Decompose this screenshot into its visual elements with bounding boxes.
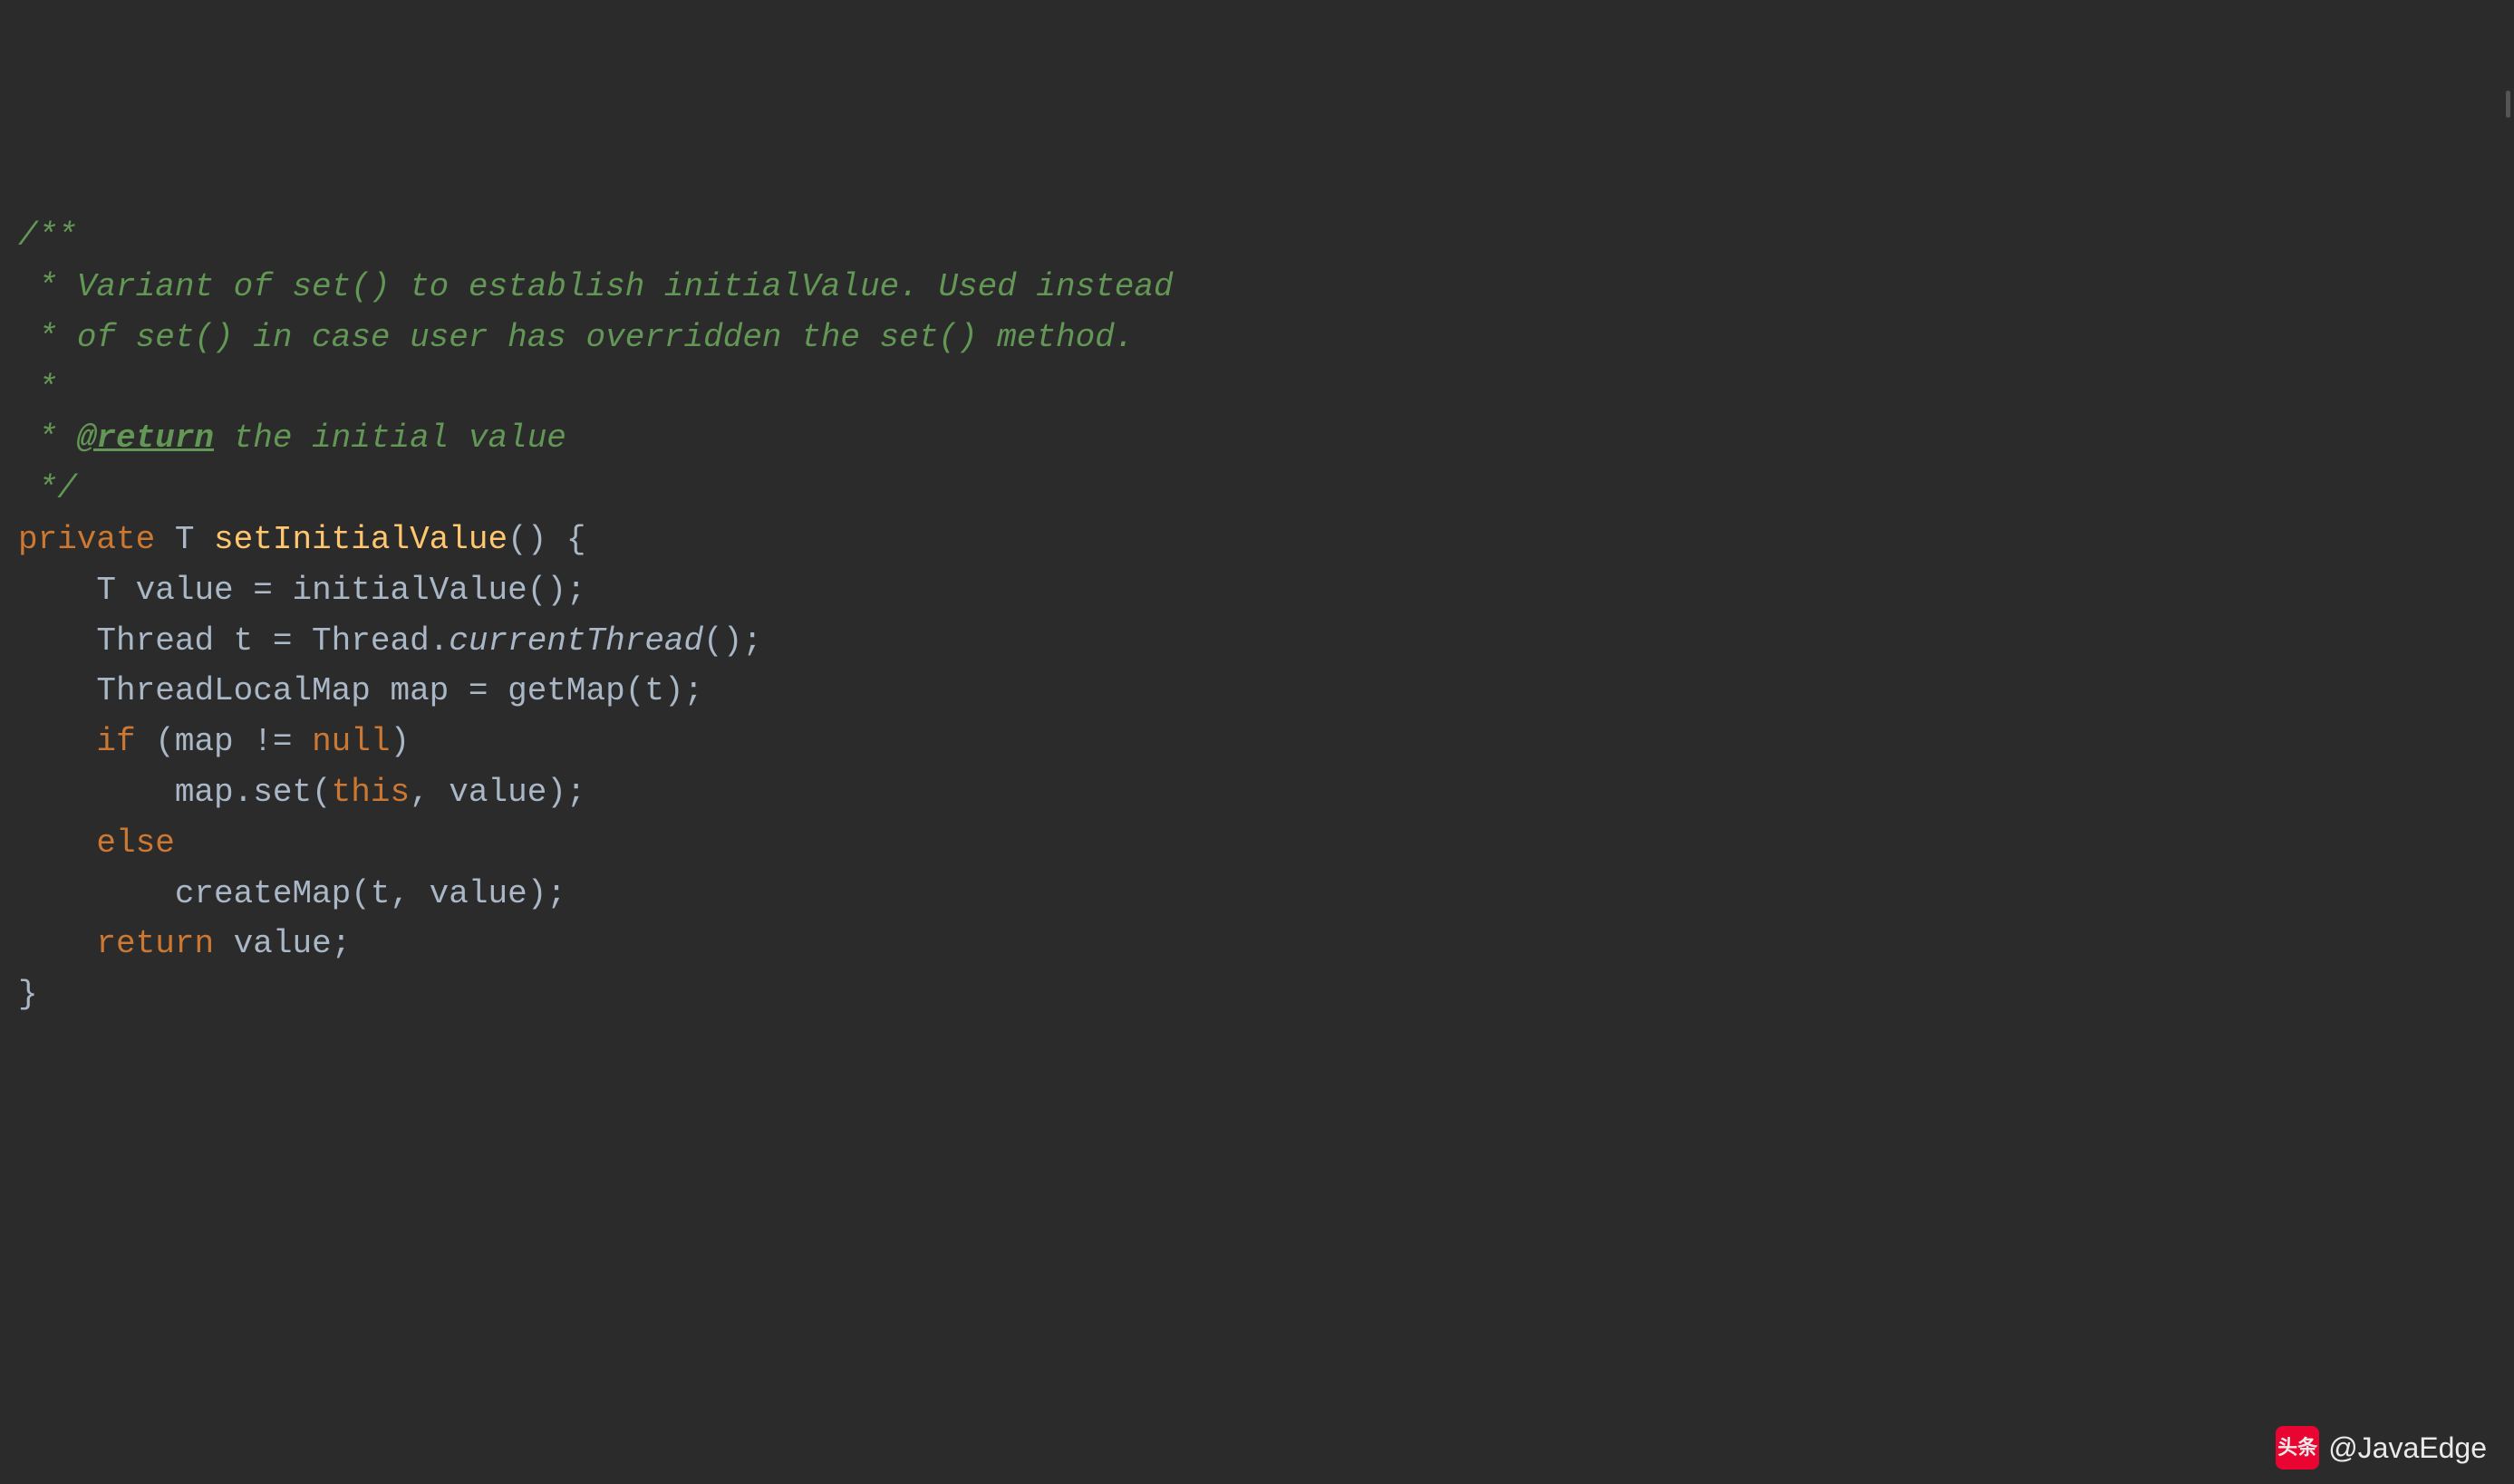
watermark: 头条 @JavaEdge [2276, 1426, 2487, 1471]
code-statement: createMap(t, value); [18, 869, 2496, 920]
javadoc-line: * [18, 370, 57, 407]
scrollbar-thumb[interactable] [2506, 91, 2510, 118]
code-editor[interactable]: /** * Variant of set() to establish init… [18, 211, 2496, 1020]
else-statement: else [18, 818, 2496, 869]
toutiao-icon: 头条 [2276, 1426, 2319, 1470]
code-statement: ThreadLocalMap map = getMap(t); [18, 666, 2496, 717]
code-statement: Thread t = Thread.currentThread(); [18, 616, 2496, 667]
static-method-call: currentThread [449, 622, 703, 660]
method-declaration: private T setInitialValue() { [18, 515, 2496, 565]
javadoc-line: * of set() in case user has overridden t… [18, 319, 1134, 356]
else-keyword: else [96, 824, 174, 862]
closing-brace: } [18, 969, 2496, 1020]
method-name: setInitialValue [214, 521, 508, 558]
return-statement: return value; [18, 919, 2496, 969]
javadoc-return-line: * @return the initial value [18, 419, 566, 457]
if-statement: if (map != null) [18, 717, 2496, 767]
null-keyword: null [312, 723, 390, 760]
private-keyword: private [18, 521, 155, 558]
if-keyword: if [96, 723, 135, 760]
code-statement: map.set(this, value); [18, 767, 2496, 818]
this-keyword: this [332, 774, 410, 811]
javadoc-return-tag: @return [77, 419, 214, 457]
watermark-text: @JavaEdge [2328, 1426, 2487, 1471]
code-statement: T value = initialValue(); [18, 565, 2496, 616]
javadoc-end: */ [18, 470, 77, 507]
javadoc-line: * Variant of set() to establish initialV… [18, 268, 1174, 305]
return-keyword: return [96, 925, 214, 962]
javadoc-start: /** [18, 217, 77, 255]
